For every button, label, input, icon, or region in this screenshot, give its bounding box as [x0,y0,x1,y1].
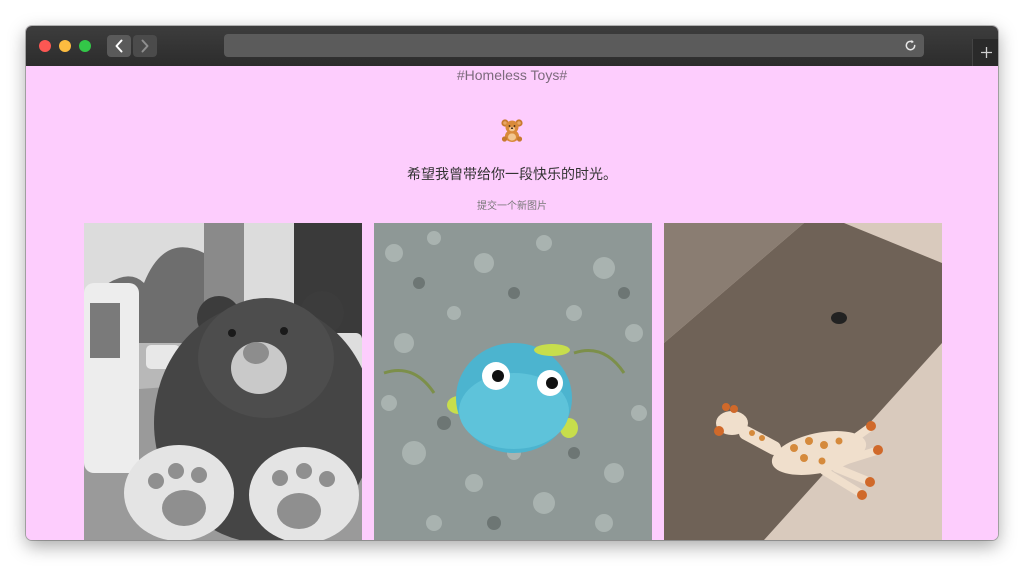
back-button[interactable] [107,35,131,57]
close-window-button[interactable] [39,40,51,52]
blue-plush-toy-photo[interactable] [374,223,652,540]
reload-button[interactable] [902,37,919,54]
photo-gallery [84,223,942,540]
address-bar[interactable] [224,34,924,57]
teddy-bear-photo[interactable] [84,223,362,540]
tagline: 希望我曾带给你一段快乐的时光。 [407,167,617,183]
new-tab-button[interactable] [972,39,998,66]
toy-giraffe-photo[interactable] [664,223,942,540]
chevron-left-icon [115,39,123,53]
browser-window: #Homeless Toys# 希望我曾带给你一段快乐的时光。 提交一个新图片 [26,26,998,540]
plus-icon [980,47,992,58]
teddy-bear-icon [499,117,525,143]
forward-button[interactable] [133,35,157,57]
page-content: #Homeless Toys# 希望我曾带给你一段快乐的时光。 提交一个新图片 [26,66,998,540]
browser-toolbar [26,26,998,66]
reload-icon [905,39,916,51]
maximize-window-button[interactable] [79,40,91,52]
submit-new-image-link[interactable]: 提交一个新图片 [26,197,998,212]
minimize-window-button[interactable] [59,40,71,52]
chevron-right-icon [141,39,149,53]
site-title: #Homeless Toys# [456,67,568,83]
